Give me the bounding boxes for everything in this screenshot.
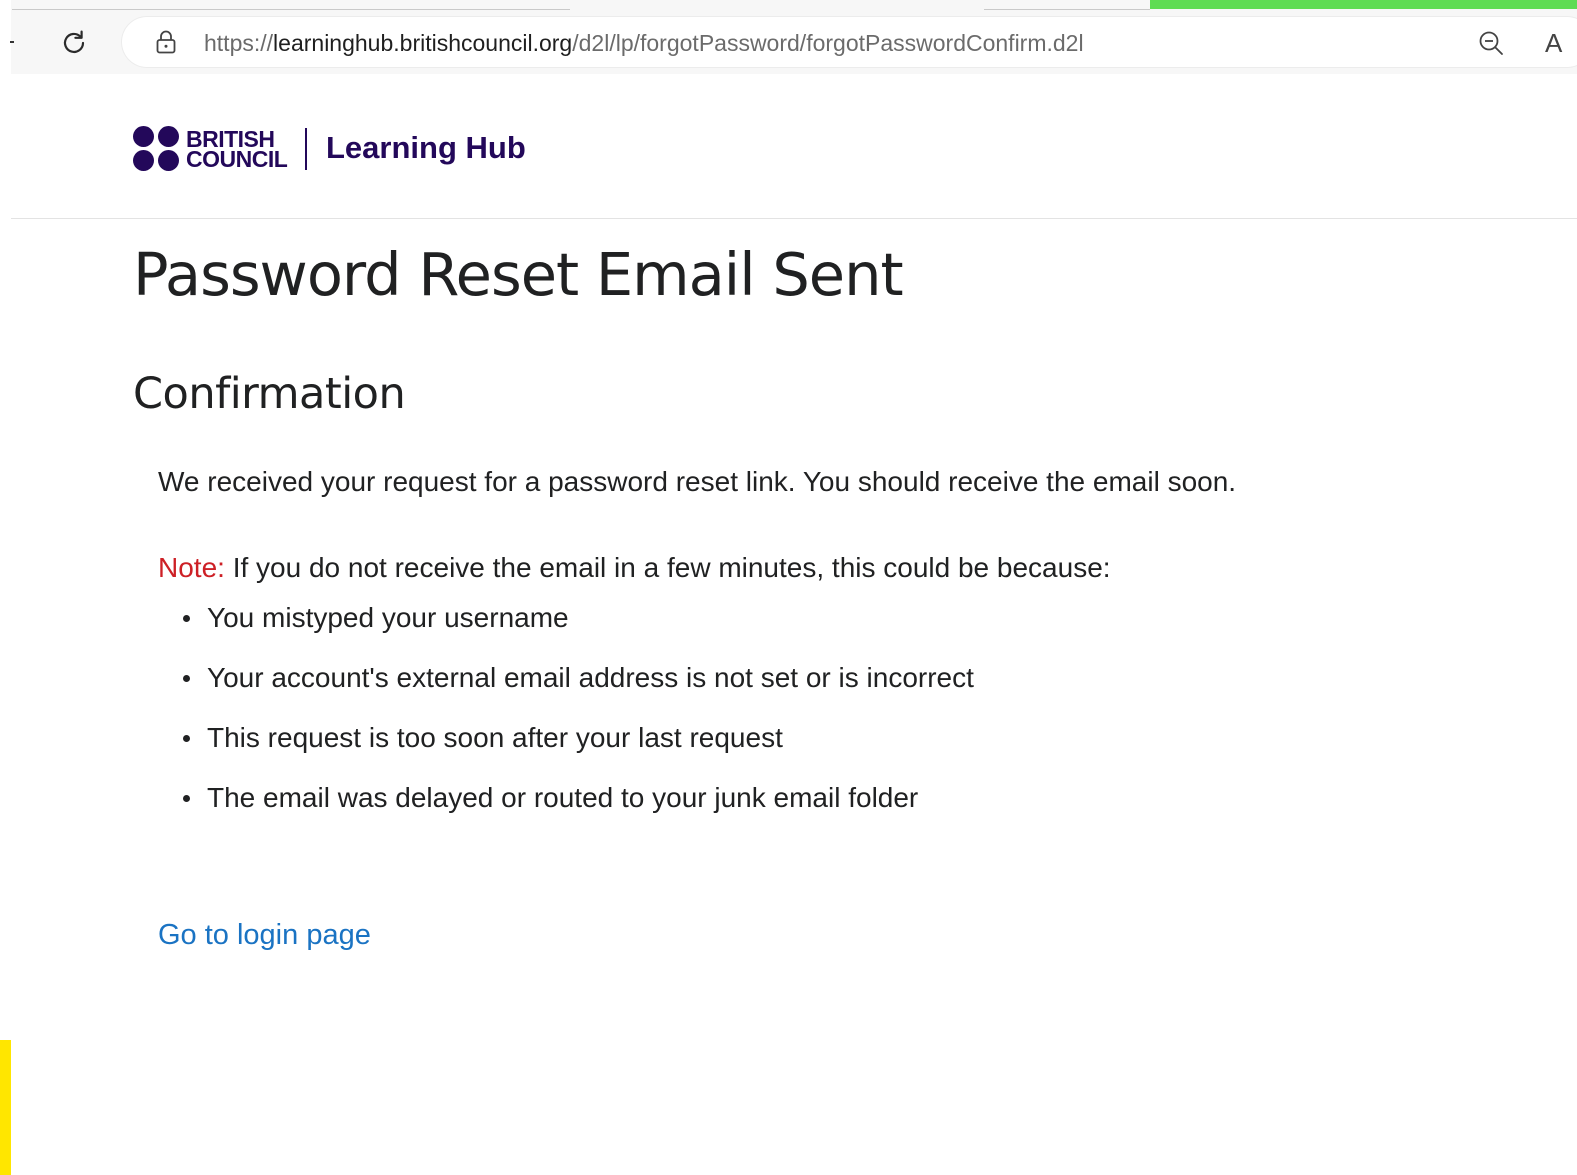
page-title: Password Reset Email Sent	[133, 240, 904, 309]
lock-icon	[156, 30, 176, 54]
learning-hub-title[interactable]: Learning Hub	[326, 128, 526, 168]
section-heading: Confirmation	[133, 369, 406, 419]
list-item: The email was delayed or routed to your …	[158, 778, 974, 838]
yellow-highlight-marker	[0, 1040, 11, 1175]
window-edge	[0, 0, 11, 74]
reload-button[interactable]	[56, 25, 92, 61]
url-text[interactable]: https://learninghub.britishcouncil.org/d…	[204, 28, 1084, 58]
note-text: If you do not receive the email in a few…	[224, 552, 1111, 583]
back-button-edge[interactable]	[10, 41, 14, 43]
tab-divider	[984, 9, 1150, 10]
logo-line-2: COUNCIL	[186, 146, 288, 172]
reasons-list: You mistyped your username Your account'…	[158, 598, 974, 838]
british-council-wordmark: BRITISH COUNCIL	[186, 128, 288, 172]
read-aloud-icon[interactable]: A	[1545, 27, 1577, 59]
zoom-out-icon	[1479, 31, 1503, 55]
list-item: Your account's external email address is…	[158, 658, 974, 718]
read-aloud-glyph: A	[1545, 28, 1563, 58]
british-council-logo[interactable]: BRITISH COUNCIL	[133, 126, 288, 172]
active-tab-indicator[interactable]	[1150, 0, 1577, 9]
note-label: Note:	[158, 552, 225, 583]
british-council-dots-icon	[133, 126, 179, 172]
list-item: This request is too soon after your last…	[158, 718, 974, 778]
url-host: learninghub.britishcouncil.org	[273, 30, 573, 56]
zoom-button[interactable]	[1476, 28, 1506, 58]
go-to-login-link[interactable]: Go to login page	[158, 915, 371, 955]
reload-icon	[63, 30, 85, 53]
browser-toolbar: https://learninghub.britishcouncil.org/d…	[0, 0, 1577, 74]
url-protocol: https://	[204, 30, 274, 56]
note-paragraph: Note: If you do not receive the email in…	[158, 550, 1111, 586]
logo-divider	[305, 128, 307, 170]
list-item: You mistyped your username	[158, 598, 974, 658]
site-info-button[interactable]	[153, 28, 179, 56]
confirmation-message: We received your request for a password …	[158, 466, 1237, 497]
url-path: /d2l/lp/forgotPassword/forgotPasswordCon…	[572, 30, 1084, 56]
tab-divider	[12, 9, 570, 10]
